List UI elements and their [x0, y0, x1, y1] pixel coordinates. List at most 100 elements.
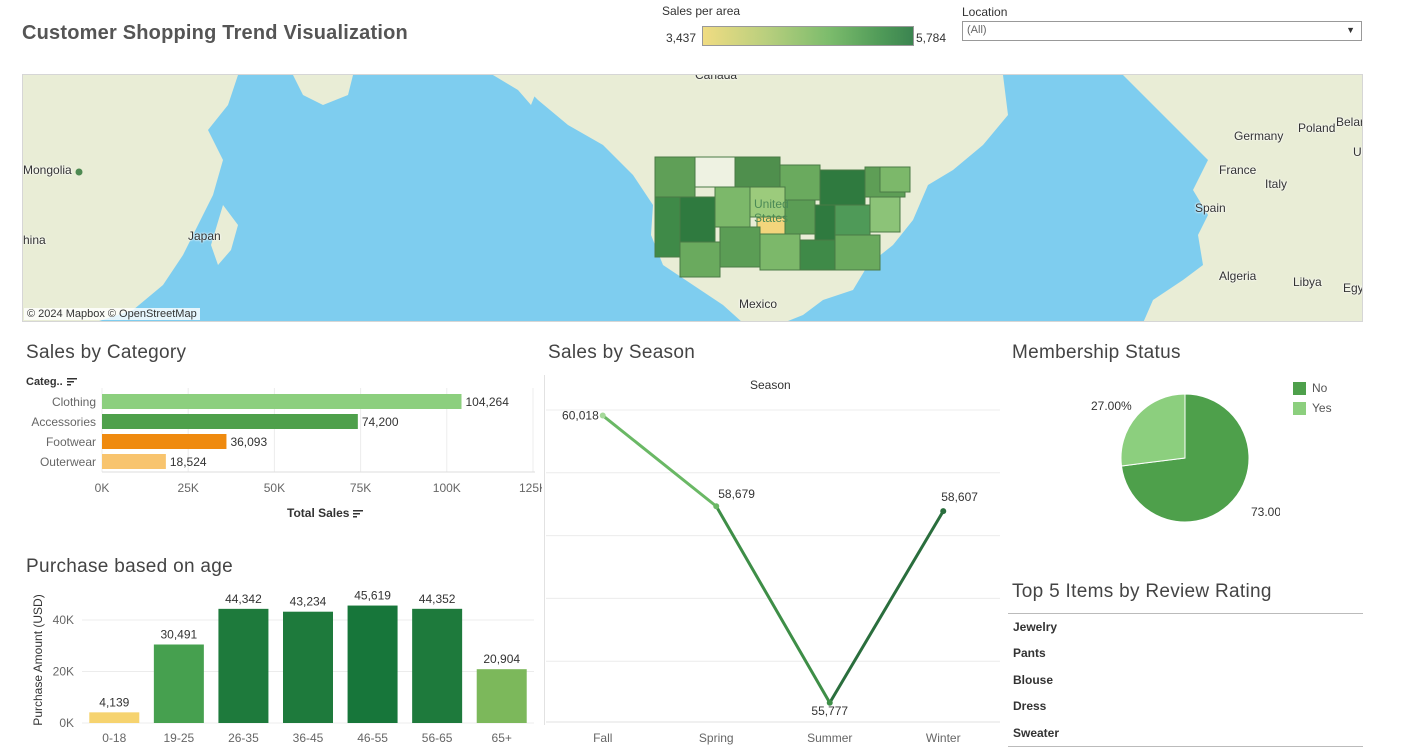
season-point[interactable] [713, 503, 720, 510]
season-line-segment[interactable] [828, 510, 945, 704]
state[interactable] [679, 241, 721, 278]
category-header-label: Categ.. [26, 376, 63, 388]
title-top5-items: Top 5 Items by Review Rating [1012, 581, 1272, 602]
membership-pie-chart[interactable]: 73.00% 27.00% [1070, 380, 1280, 540]
age-bar[interactable] [153, 644, 204, 723]
age-tick-label: 36-45 [293, 731, 324, 745]
age-bar[interactable] [218, 608, 269, 723]
map-label-france: France [1219, 163, 1257, 177]
season-axis-title: Season [750, 378, 791, 392]
state[interactable] [694, 156, 736, 188]
mongolia-point[interactable] [75, 168, 83, 176]
sales-by-category-chart[interactable]: 0K 25K 50K 75K 100K 125K Clothing 104,264 Access… [22, 388, 542, 503]
age-value-label: 44,342 [225, 592, 262, 606]
category-label[interactable]: Clothing [52, 395, 96, 409]
title-membership-status: Membership Status [1012, 342, 1181, 363]
category-label[interactable]: Accessories [31, 415, 96, 429]
map-label-spain: Spain [1195, 201, 1226, 215]
bar-value-label: 74,200 [362, 415, 399, 429]
age-y-axis-title: Purchase Amount (USD) [31, 594, 45, 725]
map-label-libya: Libya [1293, 275, 1322, 289]
location-filter-label: Location [962, 5, 1008, 19]
pie-value-label-no: 73.00% [1251, 505, 1280, 519]
title-sales-by-category: Sales by Category [26, 342, 187, 363]
state[interactable] [869, 196, 901, 233]
age-bar[interactable] [347, 605, 398, 723]
sales-by-season-chart[interactable]: 60,018 Fall 58,679 Spring 55,777 Summer 58,607… [546, 396, 1002, 750]
state[interactable] [714, 186, 751, 228]
state[interactable] [759, 233, 801, 271]
state[interactable] [654, 196, 681, 258]
membership-legend: No Yes [1293, 378, 1332, 418]
category-bar[interactable] [102, 434, 227, 449]
state[interactable] [734, 156, 781, 188]
age-tick-label: 56-65 [422, 731, 453, 745]
season-tick-label: Fall [593, 731, 612, 745]
map-label-china: hina [23, 233, 46, 247]
state[interactable] [814, 204, 836, 241]
age-tick-label: 46-55 [357, 731, 388, 745]
sort-icon[interactable] [66, 378, 77, 387]
location-dropdown[interactable]: (All) ▼ [962, 21, 1362, 41]
table-row[interactable]: Sweater [1008, 720, 1363, 746]
map-label-italy: Italy [1265, 177, 1288, 191]
category-x-axis-title[interactable]: Total Sales [287, 506, 364, 520]
age-tick-label: 65+ [492, 731, 512, 745]
category-bar[interactable] [102, 414, 358, 429]
table-row[interactable]: Blouse [1008, 667, 1363, 693]
age-value-label: 4,139 [99, 695, 129, 709]
season-line-segment[interactable] [601, 414, 718, 508]
state[interactable] [654, 156, 696, 198]
table-row[interactable]: Dress [1008, 693, 1363, 719]
category-label[interactable]: Outerwear [40, 455, 96, 469]
purchase-by-age-chart[interactable]: 0K 20K 40K Purchase Amount (USD) 4,139 0-18 30… [22, 582, 542, 752]
x-tick-label: 25K [178, 481, 199, 495]
state[interactable] [834, 204, 871, 236]
legend-item-yes[interactable]: Yes [1293, 398, 1332, 418]
legend-label-no: No [1312, 381, 1328, 395]
age-tick-label: 19-25 [164, 731, 195, 745]
state[interactable] [799, 239, 836, 271]
sales-map[interactable]: Mongolia hina Japan Canada United States… [22, 74, 1363, 322]
location-filter: Location (All) ▼ [962, 4, 1362, 44]
state[interactable] [679, 196, 716, 243]
legend-title: Sales per area [662, 4, 741, 18]
age-bar[interactable] [89, 712, 140, 723]
age-value-label: 20,904 [483, 652, 520, 666]
title-sales-by-season: Sales by Season [548, 342, 696, 363]
legend-max-label: 5,784 [916, 31, 947, 45]
legend-color-ramp [702, 26, 914, 46]
category-column-header[interactable]: Categ.. [26, 376, 77, 388]
map-label-canada: Canada [695, 74, 738, 82]
table-row[interactable]: Jewelry [1008, 614, 1363, 640]
state[interactable] [779, 164, 821, 201]
age-bar[interactable] [412, 608, 463, 723]
chevron-down-icon[interactable]: ▼ [1346, 25, 1355, 35]
state[interactable] [834, 234, 881, 271]
state[interactable] [879, 166, 911, 193]
age-bar[interactable] [476, 669, 527, 723]
table-row[interactable]: Pants [1008, 640, 1363, 666]
category-bar[interactable] [102, 454, 166, 469]
season-value-label: 58,607 [941, 490, 978, 504]
map-canvas[interactable] [23, 75, 1363, 322]
state[interactable] [819, 169, 866, 206]
map-label-united-states: United States [754, 197, 789, 225]
bar-value-label: 18,524 [170, 455, 207, 469]
age-bar[interactable] [283, 611, 333, 723]
map-label-japan: Japan [188, 229, 221, 243]
category-bar[interactable] [102, 394, 462, 409]
map-attribution[interactable]: © 2024 Mapbox © OpenStreetMap [24, 308, 200, 320]
x-tick-label: 50K [264, 481, 285, 495]
map-label-mongolia: Mongolia [23, 163, 72, 177]
season-point[interactable] [940, 508, 947, 515]
bar-value-label: 104,264 [466, 395, 510, 409]
sort-icon[interactable] [353, 509, 364, 518]
state[interactable] [719, 226, 761, 268]
season-point[interactable] [599, 412, 606, 419]
category-label[interactable]: Footwear [46, 435, 96, 449]
age-tick-label: 0-18 [102, 731, 126, 745]
map-label-mexico: Mexico [739, 297, 778, 311]
legend-item-no[interactable]: No [1293, 378, 1332, 398]
age-value-label: 43,234 [290, 595, 327, 609]
